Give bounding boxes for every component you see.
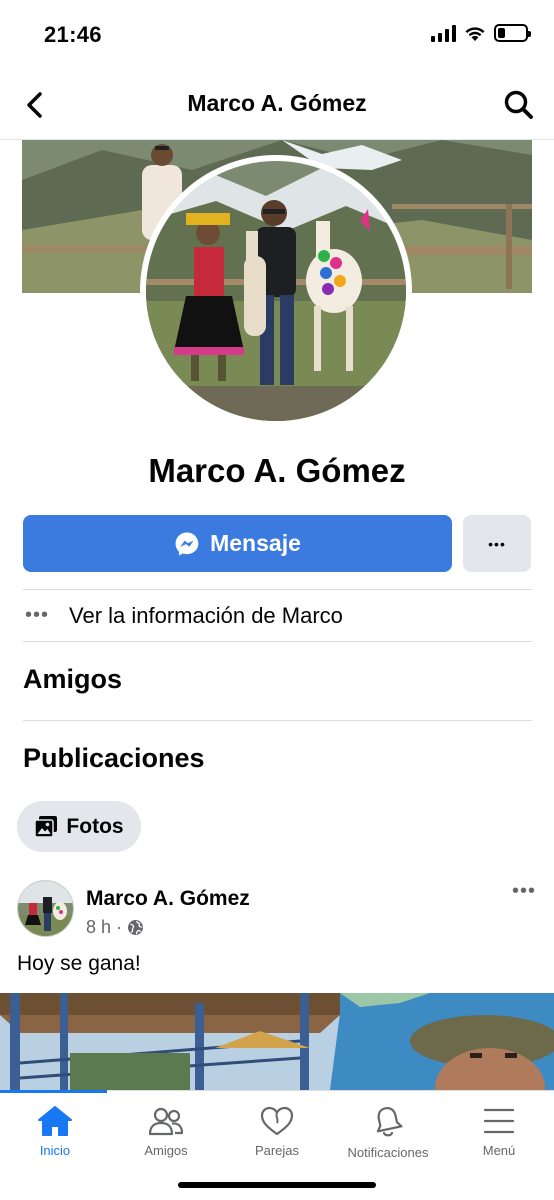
more-options-button[interactable]: ••• [463, 515, 531, 572]
status-icons [431, 24, 531, 42]
post-time: 8 h [86, 917, 112, 937]
messenger-icon [175, 532, 199, 555]
photos-filter-label: Fotos [66, 814, 124, 838]
signal-icon [431, 24, 456, 42]
tab-menu[interactable]: Menú [444, 1091, 554, 1171]
tab-dating-label: Parejas [254, 1143, 300, 1158]
post-image[interactable] [0, 993, 554, 1090]
wifi-icon [465, 26, 485, 41]
tab-home-label: Inicio [39, 1143, 71, 1158]
photos-icon [34, 815, 58, 838]
post-more-options-button[interactable]: ••• [512, 880, 536, 903]
photos-filter-chip[interactable]: Fotos [17, 801, 141, 852]
see-about-info-row[interactable]: ••• Ver la información de Marco [23, 589, 532, 642]
profile-picture[interactable] [140, 155, 412, 427]
profile-picture-image [146, 161, 406, 421]
message-button-label: Mensaje [210, 530, 301, 556]
post-meta-separator: · [116, 917, 123, 937]
friends-icon [148, 1107, 184, 1136]
tab-dating[interactable]: Parejas [222, 1091, 332, 1171]
search-icon[interactable] [502, 88, 536, 122]
section-divider [23, 720, 532, 721]
bell-icon [376, 1106, 403, 1137]
more-options-icon: ••• [488, 535, 506, 552]
globe-icon [128, 920, 144, 935]
battery-level [498, 28, 505, 38]
tab-friends-label: Amigos [144, 1143, 188, 1158]
tab-menu-label: Menú [482, 1143, 516, 1158]
post-text: Hoy se gana! [17, 952, 141, 975]
home-icon [38, 1106, 72, 1136]
battery-icon [494, 24, 531, 42]
tab-friends[interactable]: Amigos [111, 1091, 221, 1171]
posts-section-title: Publicaciones [23, 743, 205, 773]
see-about-info-label: Ver la información de Marco [69, 602, 343, 628]
menu-icon [483, 1108, 515, 1134]
heart-icon [260, 1106, 294, 1136]
tab-home[interactable]: Inicio [0, 1091, 110, 1171]
post-author[interactable]: Marco A. Gómez [86, 887, 250, 911]
page-title: Marco A. Gómez [187, 90, 367, 116]
message-button[interactable]: Mensaje [23, 515, 452, 572]
tab-notifications[interactable]: Notificaciones [333, 1091, 443, 1171]
bottom-tab-bar: Inicio Amigos Parejas Notificaciones Men… [0, 1090, 554, 1200]
profile-name: Marco A. Gómez [148, 452, 406, 489]
home-indicator[interactable] [178, 1182, 376, 1188]
status-time: 21:46 [44, 22, 102, 47]
friends-section-title[interactable]: Amigos [23, 664, 122, 695]
more-dots-icon: ••• [25, 604, 50, 626]
post-meta: 8 h · [86, 917, 144, 938]
tab-notifications-label: Notificaciones [347, 1145, 429, 1160]
status-bar: 21:46 [0, 0, 554, 70]
top-navigation-bar: Marco A. Gómez [0, 70, 554, 140]
avatar[interactable] [17, 880, 74, 937]
